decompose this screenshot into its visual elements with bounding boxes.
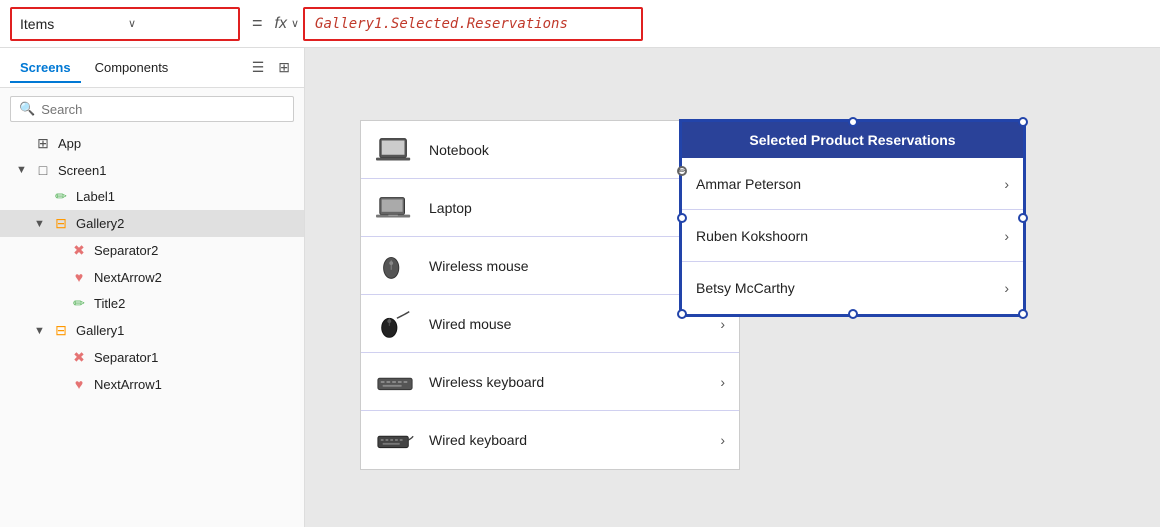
tree-item-gallery2[interactable]: ▼ ⊟ Gallery2: [0, 210, 304, 237]
canvas-area[interactable]: Notebook › Laptop › Wireless mouse ›: [305, 48, 1160, 527]
chevron-right-wired-keyboard: ›: [720, 432, 725, 448]
tree-item-label: Gallery2: [76, 216, 124, 231]
product-icon-wireless-keyboard: [375, 364, 415, 400]
tree-icon-app: ⊞: [34, 135, 52, 152]
search-input[interactable]: [41, 102, 285, 117]
product-name-notebook: Notebook: [429, 142, 706, 158]
reservation-name: Ammar Peterson: [696, 176, 994, 192]
tree-icon-gallery: ⊟: [52, 322, 70, 339]
tree-icon-nextarrow: ♥: [70, 269, 88, 285]
tree-item-label: NextArrow1: [94, 377, 162, 392]
reservation-item[interactable]: Betsy McCarthy ›: [682, 262, 1023, 314]
product-icon-wired-mouse: [375, 306, 415, 342]
main-layout: Screens Components ☰ ⊞ 🔍 ⊞ App ▼ □ Scree…: [0, 48, 1160, 527]
tree-arrow: ▼: [16, 164, 28, 176]
product-name-wireless-mouse: Wireless mouse: [429, 258, 706, 274]
gallery-item-wired-keyboard[interactable]: Wired keyboard ›: [361, 411, 739, 469]
tree-arrow: ▼: [34, 218, 46, 230]
tab-icons: ☰ ⊞: [248, 57, 294, 78]
equals-sign: =: [248, 13, 267, 34]
handle-bottom[interactable]: [848, 309, 858, 319]
tree-item-screen1[interactable]: ▼ □ Screen1: [0, 157, 304, 183]
reservation-item[interactable]: Ammar Peterson ›: [682, 158, 1023, 210]
list-view-icon[interactable]: ☰: [248, 57, 269, 78]
left-panel: Screens Components ☰ ⊞ 🔍 ⊞ App ▼ □ Scree…: [0, 48, 305, 527]
tree-item-label: Title2: [94, 296, 125, 311]
tree-item-app[interactable]: ⊞ App: [0, 130, 304, 157]
product-icon-wired-keyboard: [375, 422, 415, 458]
tree-item-separator2[interactable]: ✖ Separator2: [0, 237, 304, 264]
top-bar: Items ∨ = fx ∨ Gallery1.Selected.Reserva…: [0, 0, 1160, 48]
handle-top-right[interactable]: [1018, 117, 1028, 127]
tree-item-label: Screen1: [58, 163, 106, 178]
reservation-name: Ruben Kokshoorn: [696, 228, 994, 244]
handle-bottom-left[interactable]: [677, 309, 687, 319]
tab-components[interactable]: Components: [85, 54, 179, 83]
tree-item-separator1[interactable]: ✖ Separator1: [0, 344, 304, 371]
reservation-chevron: ›: [1004, 228, 1009, 244]
tree-item-label: Separator2: [94, 243, 158, 258]
grid-view-icon[interactable]: ⊞: [274, 57, 294, 78]
product-name-wired-keyboard: Wired keyboard: [429, 432, 706, 448]
tree-icon-screen: □: [34, 162, 52, 178]
reservation-chevron: ›: [1004, 280, 1009, 296]
tree-item-nextarrow1[interactable]: ♥ NextArrow1: [0, 371, 304, 397]
search-icon: 🔍: [19, 101, 35, 117]
tree-item-label: Label1: [76, 189, 115, 204]
tree-item-title2[interactable]: ✏ Title2: [0, 290, 304, 317]
tree-item-label: App: [58, 136, 81, 151]
tree-item-label: NextArrow2: [94, 270, 162, 285]
handle-right[interactable]: [1018, 213, 1028, 223]
handle-left[interactable]: [677, 213, 687, 223]
handle-edit[interactable]: ✏: [677, 166, 687, 176]
reservation-item[interactable]: Ruben Kokshoorn ›: [682, 210, 1023, 262]
tree-icon-separator: ✖: [70, 349, 88, 366]
selected-panel: ✏ Selected Product Reservations Ammar Pe…: [680, 120, 1025, 316]
handle-top[interactable]: [848, 117, 858, 127]
product-name-laptop: Laptop: [429, 200, 706, 216]
product-name-wireless-keyboard: Wireless keyboard: [429, 374, 706, 390]
tree: ⊞ App ▼ □ Screen1 ✏ Label1 ▼ ⊟ Gallery2 …: [0, 130, 304, 527]
tab-screens[interactable]: Screens: [10, 54, 81, 83]
formula-box[interactable]: Gallery1.Selected.Reservations: [303, 7, 643, 41]
reservations-list: Ammar Peterson › Ruben Kokshoorn › Betsy…: [682, 158, 1023, 314]
fx-chevron: ∨: [291, 17, 299, 30]
tree-item-nextarrow2[interactable]: ♥ NextArrow2: [0, 264, 304, 290]
chevron-right-wireless-keyboard: ›: [720, 374, 725, 390]
tree-icon-gallery: ⊟: [52, 215, 70, 232]
tree-icon-label: ✏: [52, 188, 70, 205]
product-icon-laptop: [375, 190, 415, 226]
dropdown-chevron: ∨: [128, 17, 230, 30]
tree-item-gallery1[interactable]: ▼ ⊟ Gallery1: [0, 317, 304, 344]
product-icon-notebook: [375, 132, 415, 168]
panel-tabs: Screens Components ☰ ⊞: [0, 48, 304, 88]
reservation-chevron: ›: [1004, 176, 1009, 192]
chevron-right-wired-mouse: ›: [720, 316, 725, 332]
tree-icon-title: ✏: [70, 295, 88, 312]
tree-icon-nextarrow: ♥: [70, 376, 88, 392]
gallery-item-wireless-keyboard[interactable]: Wireless keyboard ›: [361, 353, 739, 411]
fx-icon: fx: [275, 15, 287, 33]
items-label: Items: [20, 16, 122, 32]
tree-icon-separator: ✖: [70, 242, 88, 259]
tree-item-label1[interactable]: ✏ Label1: [0, 183, 304, 210]
search-box[interactable]: 🔍: [10, 96, 294, 122]
product-name-wired-mouse: Wired mouse: [429, 316, 706, 332]
tree-arrow: ▼: [34, 325, 46, 337]
selected-panel-title: Selected Product Reservations: [749, 132, 955, 148]
handle-bottom-right[interactable]: [1018, 309, 1028, 319]
formula-text: Gallery1.Selected.Reservations: [315, 16, 568, 32]
product-icon-wireless-mouse: [375, 248, 415, 284]
fx-area: fx ∨ Gallery1.Selected.Reservations: [275, 7, 1150, 41]
items-dropdown[interactable]: Items ∨: [10, 7, 240, 41]
reservation-name: Betsy McCarthy: [696, 280, 994, 296]
selected-panel-header: Selected Product Reservations: [682, 122, 1023, 158]
tree-item-label: Separator1: [94, 350, 158, 365]
tree-item-label: Gallery1: [76, 323, 124, 338]
